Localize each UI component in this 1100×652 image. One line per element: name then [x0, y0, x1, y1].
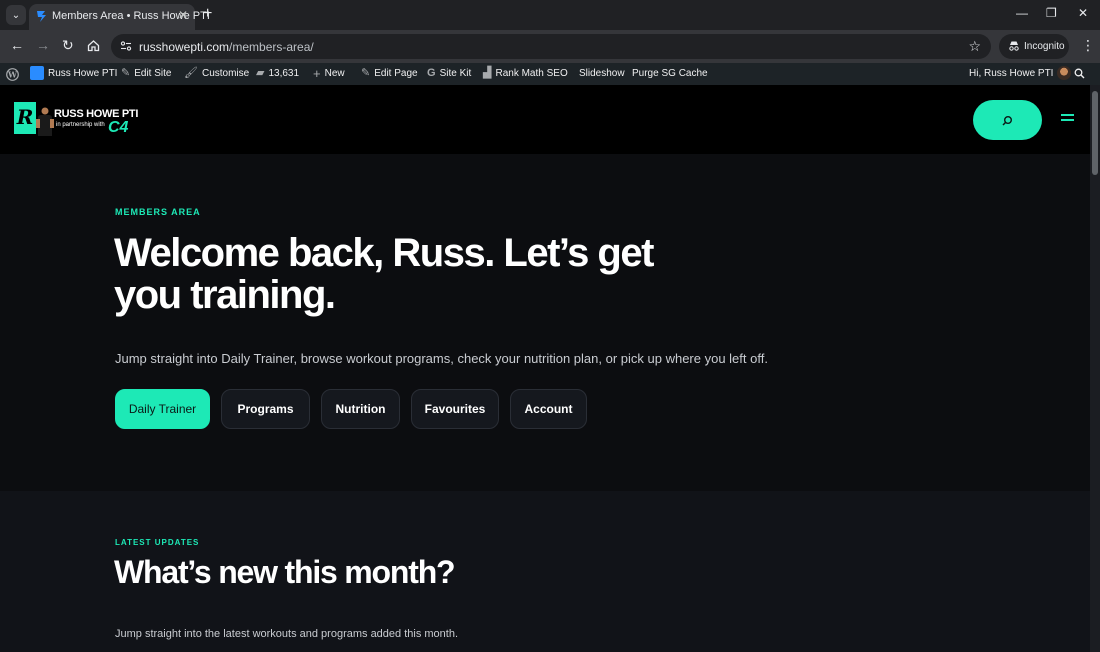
- adminbar-purge-cache-label: Purge SG Cache: [632, 68, 708, 79]
- logo-person-image: [36, 107, 54, 136]
- adminbar-customise[interactable]: 🖌 Customise: [184, 67, 250, 80]
- svg-text:W: W: [7, 69, 18, 79]
- comment-bubble-icon: ▰: [256, 67, 265, 79]
- adminbar-new-label: New: [324, 68, 345, 79]
- adminbar-customise-label: Customise: [201, 68, 250, 79]
- site-info-icon[interactable]: [120, 40, 132, 52]
- adminbar-rank-math-label: Rank Math SEO: [495, 68, 568, 79]
- home-icon[interactable]: [87, 39, 100, 52]
- url-path: /members-area/: [229, 40, 314, 54]
- wordpress-logo-icon[interactable]: W: [6, 68, 19, 81]
- plus-icon: +: [313, 66, 321, 81]
- quick-links: Daily Trainer Programs Nutrition Favouri…: [115, 389, 587, 429]
- programs-button[interactable]: Programs: [221, 389, 310, 429]
- hamburger-menu-icon[interactable]: [1061, 114, 1074, 124]
- incognito-icon: [1009, 41, 1019, 51]
- adminbar-site-name[interactable]: Russ Howe PTI: [30, 66, 117, 80]
- restore-icon[interactable]: ❐: [1046, 6, 1057, 20]
- members-hero: MEMBERS AREA Welcome back, Russ. Let’s g…: [0, 154, 1090, 491]
- adminbar-search-icon[interactable]: [1074, 68, 1085, 79]
- adminbar-site-name-label: Russ Howe PTI: [48, 67, 118, 79]
- adminbar-greeting: Hi, Russ Howe PTI: [969, 67, 1054, 79]
- site-favicon-icon: [37, 11, 46, 22]
- new-tab-button[interactable]: +: [203, 5, 212, 23]
- adminbar-account[interactable]: Hi, Russ Howe PTI: [969, 66, 1072, 80]
- site-logo[interactable]: R RUSS HOWE PTI in partnership with C4: [14, 102, 149, 138]
- user-avatar: [1057, 66, 1072, 80]
- hero-eyebrow: MEMBERS AREA: [115, 207, 201, 217]
- updates-description: Jump straight into the latest workouts a…: [115, 628, 459, 640]
- browser-menu-icon[interactable]: ⋮: [1081, 37, 1095, 54]
- updates-title: What’s new this month?: [114, 554, 456, 590]
- adminbar-rank-math[interactable]: ▟ Rank Math SEO: [483, 67, 568, 80]
- daily-trainer-button[interactable]: Daily Trainer: [115, 389, 210, 429]
- incognito-label: Incognito: [1024, 41, 1065, 52]
- bookmark-star-icon[interactable]: ☆: [968, 38, 981, 55]
- browser-tab-strip: ⌄ Members Area • Russ Howe PTI ✕ + — ❐ ✕: [0, 0, 1100, 30]
- adminbar-edit-page-label: Edit Page: [374, 68, 418, 79]
- url-text: russhowepti.com/members-area/: [139, 40, 314, 54]
- hero-title: Welcome back, Russ. Let’s get you traini…: [114, 231, 654, 317]
- latest-updates-section: LATEST UPDATES What’s new this month? Ju…: [0, 491, 1090, 652]
- nutrition-button[interactable]: Nutrition: [321, 389, 400, 429]
- adminbar-edit-site-label: Edit Site: [134, 68, 172, 79]
- scrollbar-thumb[interactable]: [1092, 91, 1098, 175]
- adminbar-purge-cache[interactable]: Purge SG Cache: [632, 68, 708, 79]
- adminbar-comments[interactable]: ▰ 13,631: [256, 67, 300, 80]
- page-scrollbar[interactable]: [1090, 85, 1100, 652]
- hero-description: Jump straight into Daily Trainer, browse…: [115, 351, 768, 366]
- paintbrush-icon: 🖌: [184, 67, 198, 79]
- adminbar-new[interactable]: + New: [313, 66, 345, 81]
- google-g-icon: G: [427, 67, 436, 79]
- address-bar[interactable]: russhowepti.com/members-area/ ☆: [111, 34, 991, 59]
- pencil-icon: ✎: [361, 67, 371, 79]
- adminbar-edit-page[interactable]: ✎ Edit Page: [361, 67, 418, 80]
- adminbar-edit-site[interactable]: ✎ Edit Site: [121, 67, 172, 80]
- window-close-icon[interactable]: ✕: [1078, 6, 1088, 20]
- logo-c4-brand: C4: [108, 119, 129, 136]
- tab-close-icon[interactable]: ✕: [178, 8, 188, 22]
- back-arrow-icon[interactable]: ←: [10, 37, 24, 53]
- favourites-button[interactable]: Favourites: [411, 389, 499, 429]
- tab-search-chevron-icon[interactable]: ⌄: [6, 5, 26, 25]
- adminbar-site-kit[interactable]: G Site Kit: [427, 67, 472, 80]
- browser-toolbar: ← → ↻ russhowepti.com/members-area/ ☆ In…: [0, 30, 1100, 63]
- site-header: R RUSS HOWE PTI in partnership with C4: [0, 85, 1090, 154]
- search-icon: [1002, 115, 1012, 126]
- adminbar-slideshow[interactable]: Slideshow: [579, 68, 625, 79]
- incognito-badge[interactable]: Incognito: [999, 34, 1069, 59]
- logo-partner-text: in partnership with: [56, 122, 105, 128]
- adminbar-site-kit-label: Site Kit: [439, 68, 472, 79]
- logo-badge: R: [14, 102, 36, 134]
- adminbar-comments-count: 13,631: [268, 68, 300, 79]
- browser-tab-active[interactable]: Members Area • Russ Howe PTI ✕: [29, 4, 210, 30]
- header-search-button[interactable]: [973, 100, 1042, 140]
- wp-admin-bar: W Russ Howe PTI ✎ Edit Site 🖌 Customise ▰ 1…: [0, 63, 1100, 85]
- url-host: russhowepti.com: [139, 40, 230, 54]
- reload-icon[interactable]: ↻: [62, 37, 74, 53]
- minimize-icon[interactable]: —: [1016, 6, 1028, 20]
- rank-math-chart-icon: ▟: [483, 67, 492, 79]
- forward-arrow-icon[interactable]: →: [36, 37, 50, 53]
- account-button[interactable]: Account: [510, 389, 587, 429]
- edit-site-icon: ✎: [121, 67, 131, 79]
- adminbar-slideshow-label: Slideshow: [579, 68, 625, 79]
- site-icon: [30, 66, 44, 80]
- wordpress-icon: W: [6, 68, 19, 81]
- updates-eyebrow: LATEST UPDATES: [115, 538, 200, 547]
